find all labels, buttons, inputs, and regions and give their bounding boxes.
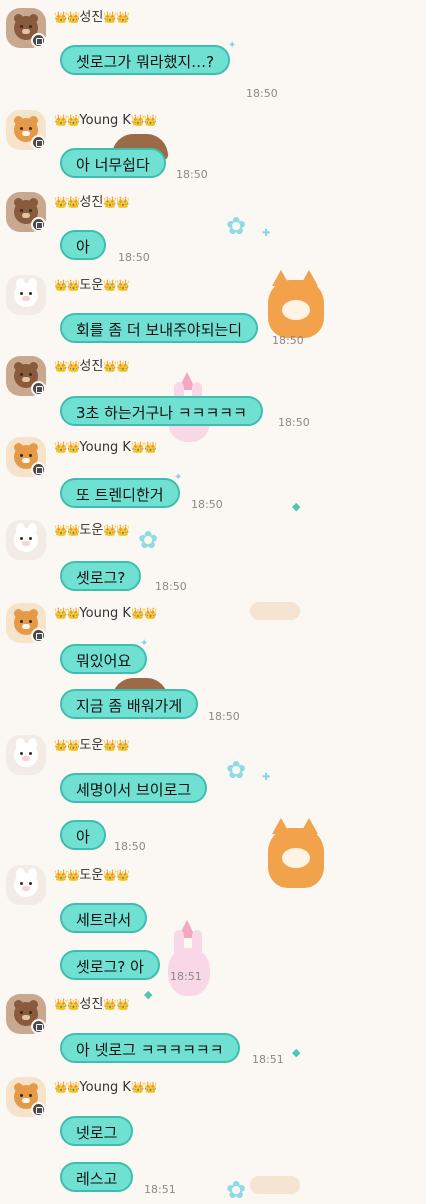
sender-name: 👑👑도운👑👑 bbox=[54, 278, 130, 293]
sender-name: 👑👑Young K👑👑 bbox=[54, 440, 157, 455]
message-time: 18:50 bbox=[272, 334, 304, 347]
bunny-avatar-icon[interactable] bbox=[6, 275, 46, 315]
sender-name: 👑👑성진👑👑 bbox=[54, 359, 130, 374]
message-time: 18:50 bbox=[176, 168, 208, 181]
message-bubble[interactable]: 레스고 bbox=[60, 1162, 134, 1192]
message-time: 18:50 bbox=[155, 580, 187, 593]
message-bubble[interactable]: 셋로그가 뭐라했지…? bbox=[60, 45, 231, 75]
sparkle-icon: ✦ bbox=[228, 40, 237, 51]
message-bubble[interactable]: 3초 하는거구나 ㅋㅋㅋㅋㅋ bbox=[60, 396, 263, 426]
message-bubble[interactable]: 세명이서 브이로그 bbox=[60, 773, 208, 803]
sparkle-icon: ✦ bbox=[174, 472, 183, 483]
sender-name: 👑👑성진👑👑 bbox=[54, 997, 130, 1012]
message-bubble[interactable]: 뭐있어요 bbox=[60, 644, 148, 674]
clover-icon: ✿ bbox=[226, 756, 247, 784]
sender-name: 👑👑성진👑👑 bbox=[54, 10, 130, 25]
message-bubble[interactable]: 아 bbox=[60, 230, 106, 260]
paws-sticker bbox=[250, 602, 300, 620]
message-time: 18:51 bbox=[252, 1053, 284, 1066]
sender-name: 👑👑도운👑👑 bbox=[54, 868, 130, 883]
sender-name: 👑👑Young K👑👑 bbox=[54, 606, 157, 621]
profile-badge-icon bbox=[31, 462, 46, 477]
message-bubble[interactable]: 셋로그? bbox=[60, 561, 142, 591]
message-bubble[interactable]: 세트라서 bbox=[60, 903, 148, 933]
sparkle-icon: ◆ bbox=[292, 1046, 301, 1059]
profile-badge-icon bbox=[31, 1102, 46, 1117]
message-time: 18:50 bbox=[118, 251, 150, 264]
message-time: 18:50 bbox=[246, 87, 278, 100]
message-time: 18:50 bbox=[278, 416, 310, 429]
message-time: 18:51 bbox=[170, 970, 202, 983]
profile-badge-icon bbox=[31, 628, 46, 643]
bunny-sticker bbox=[164, 920, 214, 998]
clover-icon: ✿ bbox=[226, 212, 247, 240]
sparkle-icon: ✚ bbox=[262, 228, 271, 239]
sender-name: 👑👑도운👑👑 bbox=[54, 738, 130, 753]
cat-sticker bbox=[266, 818, 326, 890]
message-bubble[interactable]: 또 트렌디한거 bbox=[60, 478, 180, 508]
profile-badge-icon bbox=[31, 381, 46, 396]
message-bubble[interactable]: 넷로그 bbox=[60, 1116, 134, 1146]
message-time: 18:50 bbox=[208, 710, 240, 723]
paws-sticker bbox=[250, 1176, 300, 1194]
message-bubble[interactable]: 아 bbox=[60, 820, 106, 850]
message-bubble[interactable]: 아 너무쉽다 bbox=[60, 148, 166, 178]
message-bubble[interactable]: 회를 좀 더 보내주야되는디 bbox=[60, 313, 259, 343]
sparkle-icon: ◆ bbox=[292, 500, 301, 513]
profile-badge-icon bbox=[31, 217, 46, 232]
profile-badge-icon bbox=[31, 1019, 46, 1034]
sender-name: 👑👑도운👑👑 bbox=[54, 523, 130, 538]
bunny-avatar-icon[interactable] bbox=[6, 520, 46, 560]
sparkle-icon: ✦ bbox=[140, 638, 149, 649]
sender-name: 👑👑성진👑👑 bbox=[54, 195, 130, 210]
bunny-avatar-icon[interactable] bbox=[6, 865, 46, 905]
sparkle-icon: ✚ bbox=[262, 772, 271, 783]
profile-badge-icon bbox=[31, 135, 46, 150]
clover-icon: ✿ bbox=[138, 526, 159, 554]
message-bubble[interactable]: 아 넷로그 ㅋㅋㅋㅋㅋㅋ bbox=[60, 1033, 240, 1063]
message-bubble[interactable]: 지금 좀 배워가게 bbox=[60, 689, 199, 719]
sender-name: 👑👑Young K👑👑 bbox=[54, 1080, 157, 1095]
message-bubble[interactable]: 셋로그? 아 bbox=[60, 950, 160, 980]
message-time: 18:50 bbox=[114, 840, 146, 853]
message-time: 18:50 bbox=[191, 498, 223, 511]
message-time: 18:51 bbox=[144, 1183, 176, 1196]
cat-sticker bbox=[266, 270, 326, 340]
bunny-avatar-icon[interactable] bbox=[6, 735, 46, 775]
profile-badge-icon bbox=[31, 33, 46, 48]
sparkle-icon: ◆ bbox=[144, 988, 153, 1001]
sender-name: 👑👑Young K👑👑 bbox=[54, 113, 157, 128]
